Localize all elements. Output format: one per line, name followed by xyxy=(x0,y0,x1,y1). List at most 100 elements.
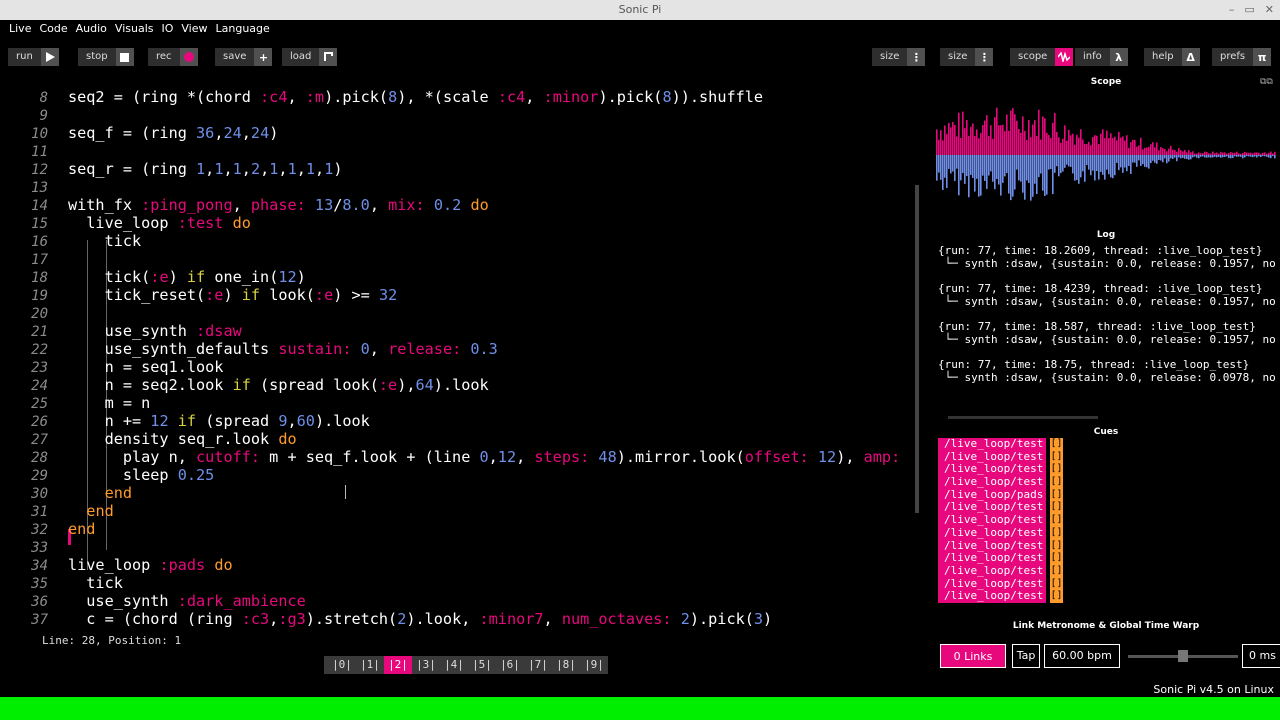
code-token: play n, xyxy=(68,448,197,466)
buffer-tab-7[interactable]: |7| xyxy=(524,656,552,674)
code-line[interactable]: 25 m = n xyxy=(0,394,150,412)
code-line[interactable]: 31 end xyxy=(0,502,114,520)
slider-handle[interactable] xyxy=(1178,649,1188,662)
code-line[interactable]: 37 c = (chord (ring :c3,:g3).stretch(2).… xyxy=(0,610,772,628)
code-line[interactable]: 21 use_synth :dsaw xyxy=(0,322,242,340)
code-line[interactable]: 36 use_synth :dark_ambience xyxy=(0,592,306,610)
links-button[interactable]: 0 Links xyxy=(940,644,1006,668)
buffer-tab-3[interactable]: |3| xyxy=(412,656,440,674)
size-decrease-button[interactable]: size ⋮ xyxy=(872,48,926,66)
code-token: 0.2 xyxy=(433,196,462,214)
code-line[interactable]: 23 n = seq1.look xyxy=(0,358,223,376)
menu-language[interactable]: Language xyxy=(216,20,270,38)
buffer-tab-6[interactable]: |6| xyxy=(496,656,524,674)
buffer-tab-5[interactable]: |5| xyxy=(468,656,496,674)
buffer-tab-8[interactable]: |8| xyxy=(552,656,580,674)
tap-button[interactable]: Tap xyxy=(1012,644,1040,668)
code-line[interactable]: 15 live_loop :test do xyxy=(0,214,251,232)
scope-bar-bottom xyxy=(1006,155,1008,174)
scope-bar-bottom xyxy=(1198,155,1200,159)
code-line[interactable]: 28 play n, cutoff: m + seq_f.look + (lin… xyxy=(0,448,900,466)
code-line[interactable]: 33 xyxy=(0,538,68,556)
code-editor[interactable]: 8 seq2 = (ring *(chord :c4, :m).pick(8), … xyxy=(0,80,920,628)
maximize-icon[interactable]: ▭ xyxy=(1244,0,1254,20)
scope-bar-top xyxy=(1086,143,1088,155)
code-line[interactable]: 27 density seq_r.look do xyxy=(0,430,296,448)
size-increase-button[interactable]: size ⋮ xyxy=(940,48,994,66)
stop-button[interactable]: stop xyxy=(78,48,134,66)
menu-audio[interactable]: Audio xyxy=(76,20,107,38)
code-text: m = n xyxy=(68,394,151,412)
buffer-tab-2[interactable]: |2| xyxy=(384,656,412,674)
code-line[interactable]: 16 tick xyxy=(0,232,141,250)
scope-bar-top xyxy=(1220,151,1222,155)
time-warp-field[interactable]: 0 ms xyxy=(1242,644,1280,668)
info-button[interactable]: info λ xyxy=(1075,48,1128,66)
scope-bar-bottom xyxy=(1038,155,1040,178)
scope-bar-bottom xyxy=(1064,155,1066,168)
buffer-tab-0[interactable]: |0| xyxy=(328,656,356,674)
code-line[interactable]: 14 with_fx :ping_pong, phase: 13/8.0, mix… xyxy=(0,196,489,214)
scope-bar-top xyxy=(1056,131,1058,155)
code-line[interactable]: 9 xyxy=(0,106,68,124)
scope-button[interactable]: scope xyxy=(1010,48,1074,66)
close-icon[interactable]: ✕ xyxy=(1265,0,1274,20)
code-line[interactable]: 12 seq_r = (ring 1,1,1,2,1,1,1,1) xyxy=(0,160,342,178)
bpm-field[interactable]: 60.00 bpm xyxy=(1044,644,1120,668)
code-line[interactable]: 32 end xyxy=(0,520,95,538)
scope-bar-top xyxy=(1108,138,1110,155)
code-line[interactable]: 24 n = seq2.look if (spread look(:e),64)… xyxy=(0,376,489,394)
code-line[interactable]: 22 use_synth_defaults sustain: 0, releas… xyxy=(0,340,498,358)
scope-bar-bottom xyxy=(1178,155,1180,158)
run-button[interactable]: run xyxy=(8,48,59,66)
scope-bar-top xyxy=(1082,139,1084,155)
save-button[interactable]: save + xyxy=(215,48,273,66)
buffer-tab-4[interactable]: |4| xyxy=(440,656,468,674)
code-token: :c3 xyxy=(241,610,270,628)
code-line[interactable]: 29 sleep 0.25 xyxy=(0,466,214,484)
code-line[interactable]: 8 seq2 = (ring *(chord :c4, :m).pick(8), … xyxy=(0,88,763,106)
code-line[interactable]: 10 seq_f = (ring 36,24,24) xyxy=(0,124,278,142)
scope-bar-top xyxy=(1066,140,1068,155)
cue-row: /live_loop/test [] xyxy=(938,437,1063,451)
minimize-icon[interactable]: – xyxy=(1229,0,1235,20)
scope-bar-top xyxy=(1210,153,1212,155)
menu-visuals[interactable]: Visuals xyxy=(115,20,154,38)
menu-io[interactable]: IO xyxy=(161,20,173,38)
code-line[interactable]: 20 xyxy=(0,304,68,322)
code-line[interactable]: 34 live_loop :pads do xyxy=(0,556,233,574)
panel-close-icon[interactable]: ⧉⧉ xyxy=(1260,77,1273,87)
menu-live[interactable]: Live xyxy=(9,20,31,38)
code-line[interactable]: 17 xyxy=(0,250,68,268)
menu-view[interactable]: View xyxy=(181,20,207,38)
code-line[interactable]: 11 xyxy=(0,142,68,160)
log-scrollbar[interactable] xyxy=(948,416,1098,419)
scope-bar-top xyxy=(1196,153,1198,155)
buffer-tab-1[interactable]: |1| xyxy=(356,656,384,674)
editor-scrollbar[interactable] xyxy=(915,185,919,513)
menu-code[interactable]: Code xyxy=(39,20,67,38)
rec-button[interactable]: rec xyxy=(148,48,198,66)
help-button[interactable]: help Δ xyxy=(1144,48,1200,66)
scope-bar-top xyxy=(942,140,944,155)
line-number: 23 xyxy=(31,360,48,376)
scope-bar-bottom xyxy=(980,155,982,196)
code-line[interactable]: 26 n += 12 if (spread 9,60).look xyxy=(0,412,370,430)
load-button[interactable]: load xyxy=(282,48,338,66)
code-line[interactable]: 35 tick xyxy=(0,574,123,592)
code-text: tick xyxy=(68,574,123,592)
code-line[interactable]: 18 tick(:e) if one_in(12) xyxy=(0,268,306,286)
code-line[interactable]: 19 tick_reset(:e) if look(:e) >= 32 xyxy=(0,286,397,304)
scope-bar-top xyxy=(956,136,958,155)
code-line[interactable]: 30 end xyxy=(0,484,132,502)
buffer-tab-9[interactable]: |9| xyxy=(580,656,608,674)
cue-value: [] xyxy=(1050,564,1063,578)
scope-bar-bottom xyxy=(982,155,984,176)
code-line[interactable]: 13 xyxy=(0,178,68,196)
code-text: live_loop :pads do xyxy=(68,556,233,574)
scope-bar-top xyxy=(960,137,962,155)
log-panel[interactable]: {run: 77, time: 18.2609, thread: :live_l… xyxy=(936,245,1276,415)
time-warp-slider[interactable] xyxy=(1128,649,1238,662)
prefs-button[interactable]: prefs π xyxy=(1212,48,1272,66)
scope-bar-bottom xyxy=(1126,155,1128,172)
